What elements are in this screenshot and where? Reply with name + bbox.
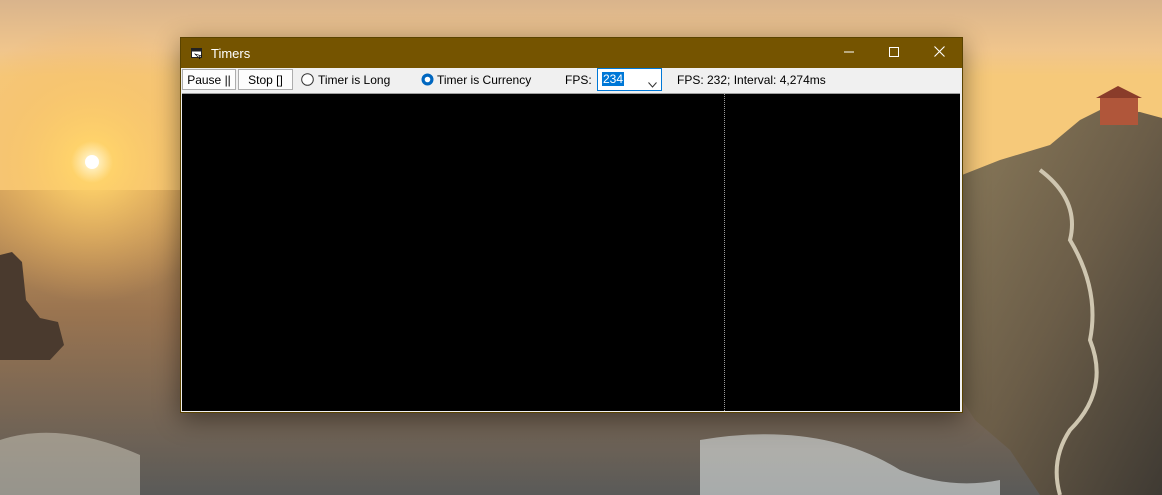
window-title: Timers [211, 46, 251, 61]
pause-button[interactable]: Pause || [182, 69, 236, 90]
close-button[interactable] [916, 38, 962, 68]
maximize-button[interactable] [871, 38, 917, 68]
toolbar: Pause || Stop [] Timer is Long Timer is … [181, 68, 962, 93]
title-bar[interactable]: Timers [181, 38, 962, 68]
progress-line [724, 94, 725, 411]
timer-long-radio[interactable] [301, 73, 314, 86]
fps-combobox[interactable]: 234 [597, 68, 662, 91]
fps-label: FPS: [565, 73, 592, 87]
fps-combobox-value[interactable]: 234 [602, 72, 625, 86]
stop-button[interactable]: Stop [] [238, 69, 293, 90]
fps-status-text: FPS: 232; Interval: 4,274ms [677, 73, 826, 87]
render-canvas[interactable] [182, 93, 960, 411]
timers-window: Timers Pause || Stop [] Timer is Long Ti… [180, 37, 963, 413]
minimize-button[interactable] [826, 38, 872, 68]
timer-currency-label[interactable]: Timer is Currency [437, 73, 531, 87]
maximize-icon [889, 44, 899, 62]
minimize-icon [844, 44, 854, 62]
chevron-down-icon[interactable] [648, 77, 657, 88]
window-app-icon [191, 47, 203, 60]
close-icon [933, 44, 945, 62]
timer-long-label[interactable]: Timer is Long [318, 73, 390, 87]
timer-currency-radio[interactable] [421, 73, 434, 86]
